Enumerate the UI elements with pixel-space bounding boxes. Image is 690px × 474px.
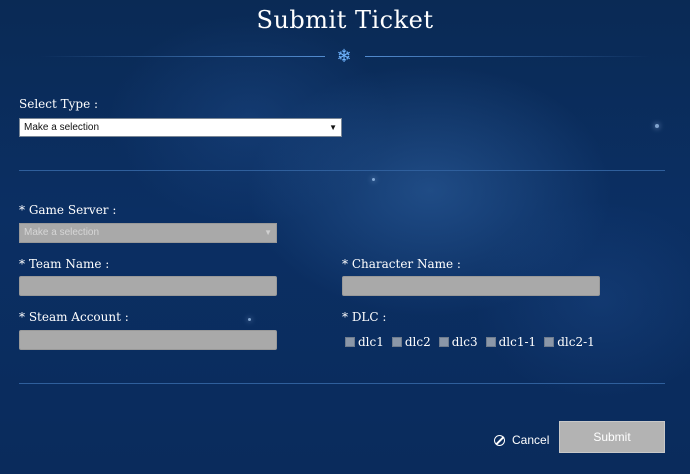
snowflake-icon: ❄: [336, 46, 352, 67]
ban-icon: [494, 434, 505, 446]
checkbox[interactable]: [345, 337, 355, 347]
dlc-option[interactable]: dlc1-1: [485, 335, 537, 349]
sparkle-decoration: [248, 318, 251, 321]
sparkle-decoration: [655, 124, 659, 128]
section-divider: [19, 170, 665, 171]
game-server-label: * Game Server :: [19, 203, 117, 217]
steam-account-label: * Steam Account :: [19, 310, 129, 324]
section-divider: [19, 383, 665, 384]
dlc-option-label: dlc3: [451, 335, 478, 349]
submit-button[interactable]: Submit: [559, 421, 665, 453]
cancel-button[interactable]: Cancel: [494, 432, 549, 448]
dlc-option[interactable]: dlc2-1: [544, 335, 595, 349]
dlc-label: * DLC :: [342, 310, 387, 324]
dlc-option[interactable]: dlc1: [345, 335, 384, 349]
page-title: Submit Ticket: [256, 6, 434, 34]
dlc-option-label: dlc1: [358, 335, 384, 349]
dlc-checkbox-group: dlc1 dlc2 dlc3 dlc1-1 dlc2-1: [345, 334, 603, 350]
caret-down-icon: ▼: [264, 228, 272, 237]
select-type-dropdown[interactable]: Make a selection ▼: [19, 118, 342, 137]
select-type-value: Make a selection: [24, 122, 100, 133]
steam-account-input[interactable]: [19, 330, 277, 350]
title-ornament: ❄: [0, 46, 690, 68]
team-name-label: * Team Name :: [19, 257, 110, 271]
ornament-line-left: [40, 56, 325, 57]
select-type-label: Select Type :: [19, 97, 99, 111]
dlc-option-label: dlc1-1: [498, 335, 537, 349]
character-name-input[interactable]: [342, 276, 600, 296]
caret-down-icon: ▼: [329, 123, 337, 132]
sparkle-decoration: [372, 178, 375, 181]
team-name-input[interactable]: [19, 276, 277, 296]
checkbox[interactable]: [391, 337, 402, 347]
game-server-value: Make a selection: [24, 227, 100, 238]
checkbox[interactable]: [485, 337, 496, 347]
checkbox[interactable]: [438, 337, 449, 347]
cancel-label: Cancel: [512, 433, 550, 447]
dlc-option-label: dlc2: [404, 335, 431, 349]
character-name-label: * Character Name :: [342, 257, 461, 271]
dlc-option-label: dlc2-1: [557, 335, 595, 349]
game-server-dropdown[interactable]: Make a selection ▼: [19, 223, 277, 243]
dlc-option[interactable]: dlc2: [391, 335, 431, 349]
ornament-line-right: [365, 56, 650, 57]
dlc-option[interactable]: dlc3: [438, 335, 478, 349]
checkbox[interactable]: [544, 337, 555, 347]
